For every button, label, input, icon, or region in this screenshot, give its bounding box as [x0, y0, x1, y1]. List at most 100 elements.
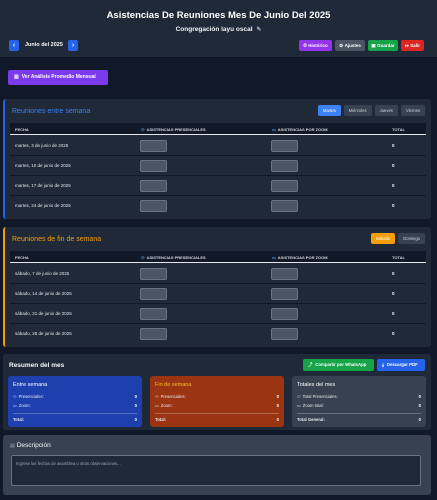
- card-total-label: Total:: [13, 417, 25, 422]
- column-zoom: ▭ ASISTENCIAS POR ZOOM: [272, 255, 328, 260]
- chevron-right-icon[interactable]: ›: [68, 40, 78, 51]
- pdf-label: Descargar PDF: [386, 362, 418, 367]
- video-icon: ▭: [13, 403, 17, 408]
- row-date: sábado, 7 de junio de 2025: [15, 271, 70, 276]
- settings-label: Ajustes: [344, 43, 361, 48]
- history-button[interactable]: ⏱ Histórico: [299, 40, 332, 51]
- weekend-meetings-panel: Reuniones de fin de semana Sábado Doming…: [3, 227, 431, 347]
- card-total-label: Total General:: [297, 417, 325, 422]
- tab-viernes[interactable]: Viernes: [400, 105, 425, 116]
- weekend-summary-card: Fin de semana ⚇ Presenciales: 0 ▭ Zoom: 0 …: [150, 376, 284, 427]
- zoom-input[interactable]: [271, 268, 298, 280]
- zoom-input[interactable]: [271, 308, 298, 320]
- weekday-panel-title: Reuniones entre semana: [12, 108, 91, 115]
- exit-button[interactable]: ↦ Salir: [401, 40, 424, 51]
- column-in-person: ⚇ ASISTENCIAS PRESENCIALES: [141, 255, 206, 260]
- tab-domingo[interactable]: Domingo: [398, 233, 425, 244]
- card-zoom: ▭ Zoom:: [155, 403, 173, 408]
- download-pdf-button[interactable]: ⤓ Descargar PDF: [377, 359, 425, 371]
- share-icon: ⤴: [308, 362, 313, 367]
- analysis-label: Ver Análisis Promedio Mensual: [21, 74, 96, 80]
- weekday-summary-card: Entre semana ⚇ Presenciales: 0 ▭ Zoom: 0 T…: [8, 376, 142, 427]
- total-value: 0: [418, 417, 421, 422]
- zoom-input[interactable]: [271, 180, 298, 192]
- save-button[interactable]: ▣ Guardar: [368, 40, 398, 51]
- user-icon: ⚇: [13, 394, 17, 399]
- weekday-meetings-panel: Reuniones entre semana Martes Miércoles …: [3, 99, 431, 219]
- note-icon: ▤: [10, 443, 15, 449]
- description-title-label: Descripción: [16, 442, 51, 449]
- card-in-person: ⚇ Presenciales:: [155, 394, 186, 399]
- user-icon: ⚇: [155, 394, 159, 399]
- video-icon: ▭: [297, 403, 301, 408]
- download-icon: ⤓: [382, 362, 384, 367]
- row-total: 0: [392, 163, 395, 168]
- in-person-input[interactable]: [140, 308, 167, 320]
- page-title: Asistencias De Reuniones Mes De Junio De…: [106, 10, 331, 21]
- weekend-day-tabs: Sábado Domingo: [370, 233, 425, 244]
- column-in-person: ⚇ ASISTENCIAS PRESENCIALES: [141, 127, 206, 132]
- table-row: martes, 10 de junio de 2025 0: [10, 156, 426, 176]
- zoom-label: Zoom total:: [302, 403, 324, 408]
- card-title: Entre semana: [13, 382, 48, 388]
- divider: [13, 413, 137, 414]
- zoom-value: 0: [418, 403, 421, 408]
- description-textarea[interactable]: [11, 455, 421, 486]
- zoom-label: Zoom:: [160, 403, 173, 408]
- save-label: Guardar: [377, 43, 395, 48]
- row-date: martes, 10 de junio de 2025: [15, 163, 71, 168]
- zoom-input[interactable]: [271, 288, 298, 300]
- in-person-input[interactable]: [140, 288, 167, 300]
- in-person-label: Presenciales:: [18, 394, 44, 399]
- chevron-left-icon[interactable]: ‹: [9, 40, 19, 51]
- column-zoom-label: ASISTENCIAS POR ZOOM: [277, 127, 328, 132]
- row-total: 0: [392, 183, 395, 188]
- table-row: martes, 24 de junio de 2025 0: [10, 196, 426, 216]
- zoom-input[interactable]: [271, 140, 298, 152]
- zoom-input[interactable]: [271, 328, 298, 340]
- weekend-panel-title: Reuniones de fin de semana: [12, 236, 102, 243]
- table-header: FECHA ⚇ ASISTENCIAS PRESENCIALES ▭ ASISTEN…: [10, 251, 426, 263]
- save-icon: ▣: [371, 43, 376, 48]
- row-date: martes, 24 de junio de 2025: [15, 203, 71, 208]
- in-person-input[interactable]: [140, 200, 167, 212]
- in-person-input[interactable]: [140, 268, 167, 280]
- tab-sabado[interactable]: Sábado: [370, 233, 396, 244]
- monthly-analysis-button[interactable]: ▥ Ver Análisis Promedio Mensual: [8, 70, 108, 85]
- share-whatsapp-button[interactable]: ⤴ Compartir por WhatsApp: [303, 359, 374, 371]
- tab-jueves[interactable]: Jueves: [374, 105, 398, 116]
- monthly-summary: Resumen del mes ⤴ Compartir por WhatsApp …: [3, 354, 431, 430]
- row-total: 0: [392, 143, 395, 148]
- tab-martes[interactable]: Martes: [317, 105, 341, 116]
- in-person-value: 0: [134, 394, 137, 399]
- share-label: Compartir por WhatsApp: [315, 362, 367, 367]
- row-total: 0: [392, 271, 395, 276]
- row-total: 0: [392, 203, 395, 208]
- users-icon: ⚇: [297, 394, 301, 399]
- card-in-person: ⚇ Total Presenciales:: [297, 394, 338, 399]
- divider: [297, 413, 421, 414]
- pencil-icon[interactable]: ✎: [256, 27, 261, 33]
- in-person-label: Total Presenciales:: [302, 394, 338, 399]
- card-total-label: Total:: [155, 417, 167, 422]
- settings-button[interactable]: ⚙ Ajustes: [335, 40, 365, 51]
- video-icon: ▭: [155, 403, 159, 408]
- in-person-input[interactable]: [140, 140, 167, 152]
- congregation-label: Congregación layu oscal: [175, 26, 253, 33]
- tab-miercoles[interactable]: Miércoles: [343, 105, 372, 116]
- zoom-value: 0: [276, 403, 279, 408]
- in-person-input[interactable]: [140, 328, 167, 340]
- month-totals-card: Totales del mes ⚇ Total Presenciales: 0 ▭…: [292, 376, 426, 427]
- table-row: martes, 17 de junio de 2025 0: [10, 176, 426, 196]
- card-zoom: ▭ Zoom:: [13, 403, 31, 408]
- in-person-value: 0: [418, 394, 421, 399]
- in-person-input[interactable]: [140, 180, 167, 192]
- header: Asistencias De Reuniones Mes De Junio De…: [0, 0, 437, 58]
- table-row: sábado, 7 de junio de 2025 0: [10, 264, 426, 284]
- in-person-input[interactable]: [140, 160, 167, 172]
- row-total: 0: [392, 331, 395, 336]
- zoom-input[interactable]: [271, 200, 298, 212]
- description-title: ▤ Descripción: [10, 442, 51, 449]
- row-total: 0: [392, 291, 395, 296]
- zoom-input[interactable]: [271, 160, 298, 172]
